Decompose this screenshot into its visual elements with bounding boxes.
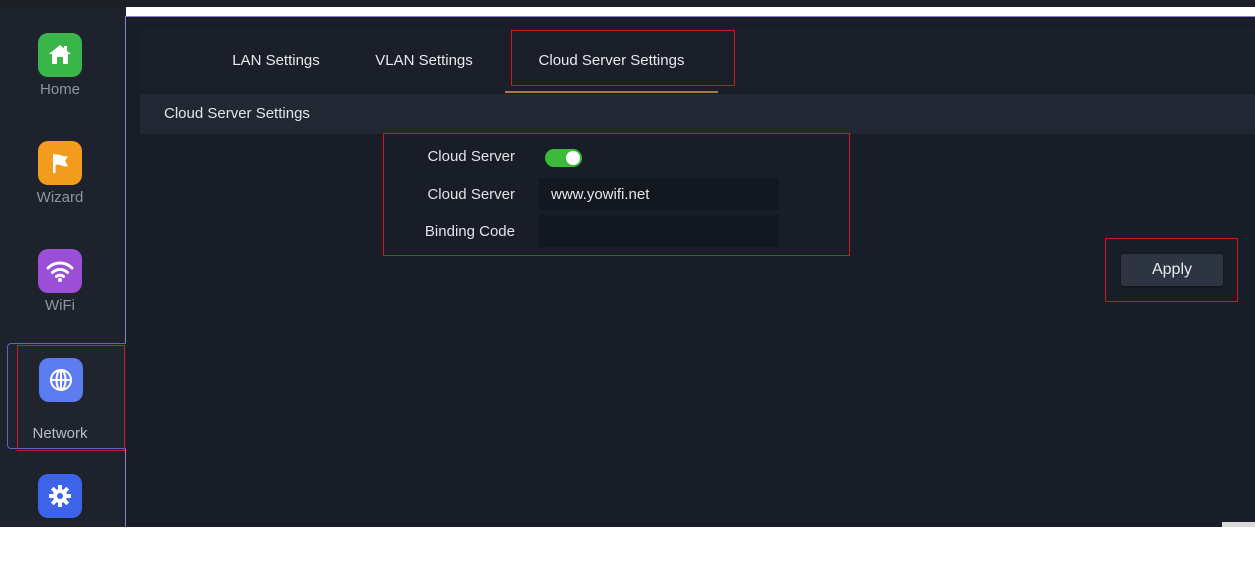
sidebar-item-wifi[interactable]: WiFi	[8, 249, 126, 349]
section-title: Cloud Server Settings	[164, 105, 310, 122]
cloud-server-toggle-label: Cloud Server	[427, 148, 515, 165]
sidebar-item-label: WiFi	[45, 297, 75, 314]
corner-artifact	[1222, 522, 1255, 527]
sidebar-item-label: Network	[32, 425, 88, 442]
sidebar-item-network[interactable]: Network	[7, 343, 126, 449]
gear-icon	[38, 474, 82, 518]
toggle-knob	[566, 151, 580, 165]
sidebar-item-home[interactable]: Home	[8, 33, 126, 133]
apply-button[interactable]: Apply	[1121, 254, 1223, 286]
cloud-server-address-label: Cloud Server	[427, 186, 515, 203]
tab-cloud-server-settings[interactable]: Cloud Server Settings	[505, 28, 718, 93]
sidebar-item-label: Home	[39, 81, 80, 98]
wifi-icon	[38, 249, 82, 293]
cloud-server-toggle[interactable]	[545, 149, 582, 167]
tab-lan-settings[interactable]: LAN Settings	[226, 28, 326, 91]
section-header: Cloud Server Settings	[140, 94, 1255, 134]
home-icon	[38, 33, 82, 77]
binding-code-label: Binding Code	[424, 223, 515, 240]
tab-bar: LAN Settings VLAN Settings Cloud Server …	[140, 28, 1255, 93]
flag-icon	[38, 141, 82, 185]
sidebar-item-label: Wizard	[36, 189, 84, 206]
sidebar-item-settings[interactable]	[8, 474, 126, 574]
cloud-server-address-input[interactable]	[539, 178, 779, 210]
binding-code-input[interactable]	[539, 215, 779, 247]
tab-vlan-settings[interactable]: VLAN Settings	[366, 28, 482, 91]
sidebar-item-wizard[interactable]: Wizard	[8, 141, 126, 241]
globe-icon	[39, 358, 83, 402]
top-bar	[0, 0, 1255, 7]
